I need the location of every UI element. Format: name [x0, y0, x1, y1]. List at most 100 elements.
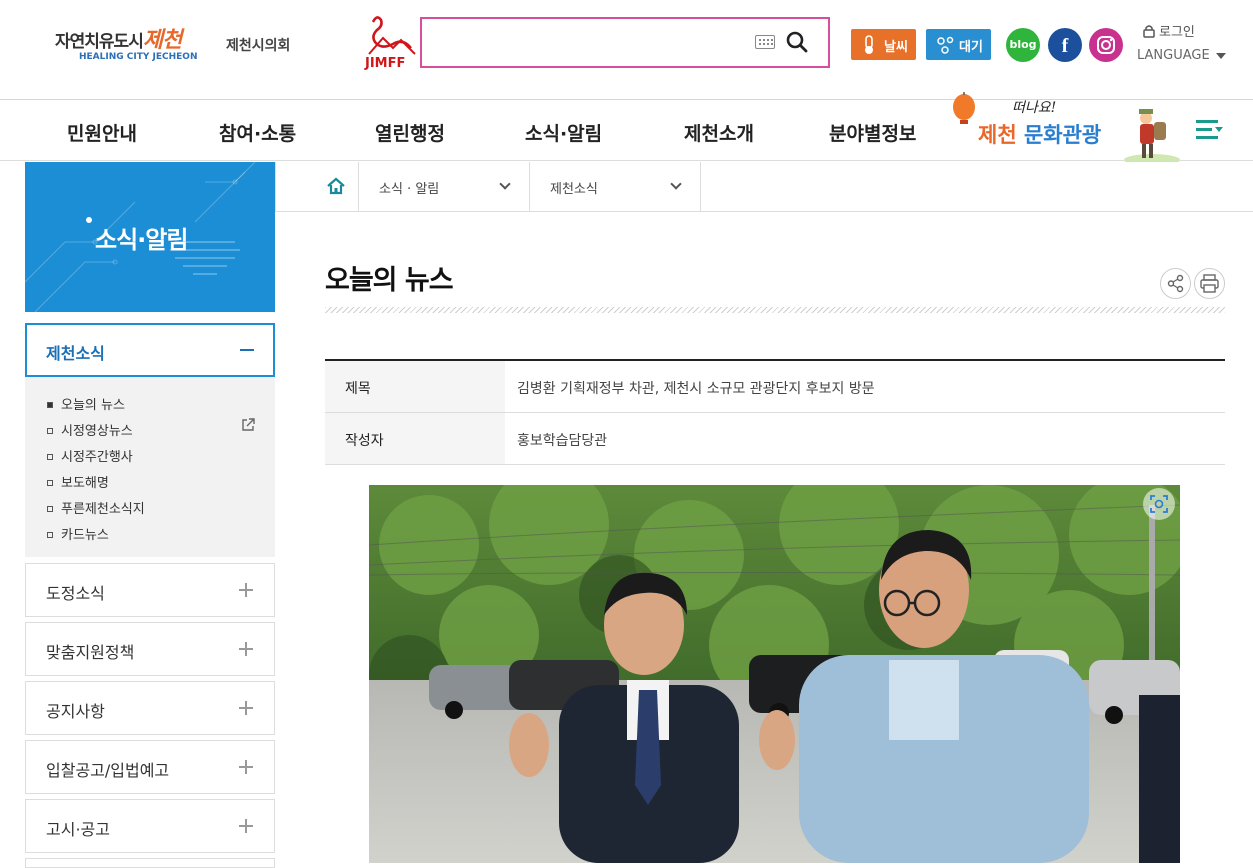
top-header: 자연치유도시제천 HEALING CITY JECHEON 제천시의회 JIMF… [0, 0, 1253, 100]
expand-icon[interactable] [239, 642, 253, 656]
city-logo[interactable]: 자연치유도시제천 HEALING CITY JECHEON [55, 22, 215, 62]
expand-icon[interactable] [239, 760, 253, 774]
login-link[interactable]: 로그인 [1143, 21, 1195, 40]
login-label: 로그인 [1159, 25, 1195, 40]
facebook-link[interactable]: f [1048, 28, 1082, 62]
photo-zoom-button[interactable] [1143, 488, 1175, 520]
home-icon [327, 177, 345, 195]
tour-banner-tagline: 떠나요! [1012, 100, 1057, 116]
bullet-icon [47, 505, 53, 512]
submenu-item-press-clarification[interactable]: 보도해명 [47, 472, 109, 491]
sidebar-section-label: 제천소식 [46, 344, 105, 363]
logo-brand-text: 제천 [142, 27, 182, 53]
logo-sub-text: HEALING CITY JECHEON [79, 52, 198, 62]
print-icon [1200, 274, 1219, 293]
post-author-value: 홍보학습담당관 [517, 433, 608, 449]
page-title: 오늘의 뉴스 [325, 265, 454, 296]
instagram-icon [1097, 36, 1115, 54]
sidebar-section-notices[interactable]: 공지사항 [25, 681, 275, 735]
bullet-icon [47, 479, 53, 486]
sidebar-section-province-news[interactable]: 도정소식 [25, 563, 275, 617]
tour-banner[interactable]: 떠나요! 제천 문화관광 [950, 92, 1180, 162]
gnb-item-administration[interactable]: 열린행정 [375, 119, 445, 146]
post-title-value: 김병환 기획재정부 차관, 제천시 소규모 관광단지 후보지 방문 [517, 381, 875, 397]
council-link[interactable]: 제천시의회 [226, 35, 290, 55]
sidebar-submenu: 오늘의 뉴스 시정영상뉴스 시정주간행사 보도해명 푸른제천소식지 카드뉴스 [25, 377, 275, 557]
air-label: 대기 [959, 40, 983, 55]
info-label: 제목 [345, 381, 371, 397]
weather-button[interactable]: 날씨 [851, 29, 916, 60]
air-molecule-icon [937, 36, 954, 54]
banner-dot-icon [86, 217, 92, 223]
submenu-item-video-news[interactable]: 시정영상뉴스 [47, 420, 133, 439]
external-link-icon[interactable] [241, 418, 255, 432]
info-label: 작성자 [345, 433, 384, 449]
breadcrumb-level1-label: 소식 · 알림 [379, 182, 440, 197]
lock-icon [1143, 25, 1155, 38]
bullet-icon [47, 531, 53, 538]
submenu-item-label: 시정주간행사 [61, 450, 133, 465]
jimff-emblem-icon [368, 16, 416, 55]
submenu-item-today-news[interactable]: 오늘의 뉴스 [47, 394, 125, 413]
submenu-item-label: 오늘의 뉴스 [61, 398, 125, 413]
share-button[interactable] [1160, 268, 1191, 299]
search-input[interactable] [428, 25, 748, 61]
breadcrumb-home[interactable] [275, 162, 359, 211]
sidebar-section-more[interactable] [25, 858, 275, 868]
jimff-logo[interactable]: JIMFF [363, 14, 419, 74]
lantern-icon [953, 92, 975, 124]
print-button[interactable] [1194, 268, 1225, 299]
sidebar-section-label: 입찰공고/입법예고 [46, 761, 170, 780]
share-icon [1167, 274, 1184, 293]
sidebar-section-label: 맞춤지원정책 [46, 643, 135, 662]
language-select[interactable]: LANGUAGE [1137, 48, 1226, 63]
keyboard-icon[interactable] [755, 35, 775, 49]
expand-icon[interactable] [239, 583, 253, 597]
sidebar-section-jecheon-news[interactable]: 제천소식 [25, 323, 275, 377]
news-photo-illustration [369, 485, 1180, 863]
submenu-item-weekly-events[interactable]: 시정주간행사 [47, 446, 133, 465]
breadcrumb: 소식 · 알림 제천소식 [275, 162, 1253, 212]
bullet-icon [47, 401, 53, 408]
collapse-icon[interactable] [240, 349, 254, 351]
gnb-item-participation[interactable]: 참여·소통 [219, 119, 296, 146]
caret-down-icon [1215, 52, 1226, 59]
gnb-item-about[interactable]: 제천소개 [684, 119, 754, 146]
zoom-icon [1150, 495, 1168, 513]
sidebar-section-label: 도정소식 [46, 584, 105, 603]
expand-icon[interactable] [239, 819, 253, 833]
breadcrumb-level2-label: 제천소식 [550, 182, 598, 197]
submenu-item-newsletter[interactable]: 푸른제천소식지 [47, 498, 145, 517]
search-box[interactable] [420, 17, 830, 68]
sidebar-section-bids[interactable]: 입찰공고/입법예고 [25, 740, 275, 794]
submenu-item-card-news[interactable]: 카드뉴스 [47, 524, 109, 543]
language-label: LANGUAGE [1137, 48, 1210, 63]
gnb-item-news[interactable]: 소식·알림 [525, 119, 602, 146]
section-banner-title: 소식·알림 [95, 226, 188, 254]
air-quality-button[interactable]: 대기 [926, 29, 991, 60]
breadcrumb-level2[interactable]: 제천소식 [530, 162, 701, 211]
expand-icon[interactable] [239, 701, 253, 715]
section-banner: 소식·알림 [25, 162, 275, 312]
logo-main-text: 자연치유도시 [55, 32, 144, 52]
all-menu-icon[interactable] [1196, 119, 1224, 141]
gnb-item-civil[interactable]: 민원안내 [67, 119, 137, 146]
tour-banner-culture: 문화관광 [1023, 123, 1102, 147]
info-row-title: 제목 김병환 기획재정부 차관, 제천시 소규모 관광단지 후보지 방문 [325, 361, 1225, 413]
hiker-illustration-icon [1124, 109, 1180, 162]
bullet-icon [47, 453, 53, 460]
weather-label: 날씨 [884, 40, 908, 55]
sidebar-section-support-policy[interactable]: 맞춤지원정책 [25, 622, 275, 676]
submenu-item-label: 보도해명 [61, 476, 109, 491]
gnb-item-fields[interactable]: 분야별정보 [829, 119, 916, 146]
thermometer-icon [865, 35, 873, 54]
sidebar-section-announcements[interactable]: 고시·공고 [25, 799, 275, 853]
submenu-item-label: 푸른제천소식지 [61, 502, 145, 517]
tour-banner-city: 제천 [978, 123, 1017, 147]
instagram-link[interactable] [1089, 28, 1123, 62]
submenu-item-label: 카드뉴스 [61, 528, 109, 543]
blog-link[interactable]: blog [1006, 28, 1040, 62]
breadcrumb-level1[interactable]: 소식 · 알림 [359, 162, 530, 211]
search-icon[interactable] [786, 31, 808, 53]
sidebar-section-label: 공지사항 [46, 702, 105, 721]
